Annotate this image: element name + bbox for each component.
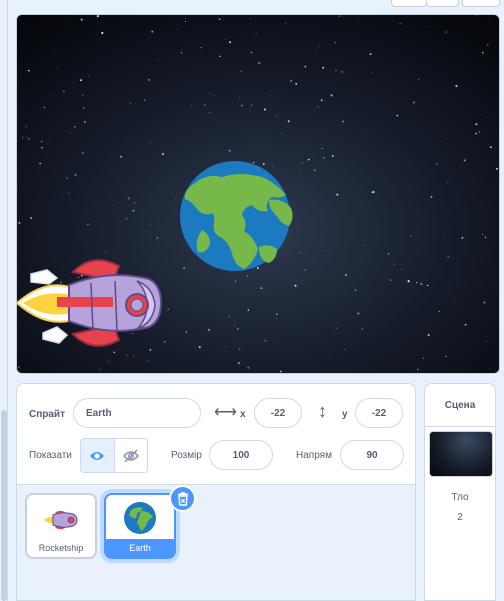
earth-thumbnail bbox=[124, 502, 156, 534]
delete-sprite-button[interactable] bbox=[169, 485, 196, 512]
sprite-name-input[interactable]: Earth bbox=[73, 398, 201, 428]
sprite-label: Спрайт bbox=[29, 409, 65, 420]
show-button[interactable] bbox=[81, 439, 115, 472]
rocketship-thumbnail bbox=[42, 510, 78, 530]
fullscreen-button[interactable] bbox=[462, 0, 500, 7]
horizontal-arrows-icon: ⟷ bbox=[214, 404, 237, 421]
stage-panel-title: Сцена bbox=[425, 384, 495, 427]
sprite-info: Спрайт Earth ⟷ x -22 ↕ y -22 Показати Ро… bbox=[17, 384, 415, 485]
left-panel-edge bbox=[0, 0, 8, 601]
stage-thumbnail[interactable] bbox=[429, 431, 493, 477]
eye-crossed-icon bbox=[122, 448, 139, 463]
x-label: x bbox=[240, 409, 246, 420]
sprite-tile-earth[interactable]: Earth bbox=[104, 493, 176, 559]
size-input[interactable]: 100 bbox=[209, 440, 273, 470]
hide-button[interactable] bbox=[115, 439, 148, 472]
x-input[interactable]: -22 bbox=[254, 398, 302, 428]
sprite-list: Rocketship Earth bbox=[17, 485, 415, 600]
sprite-tile-rocketship[interactable]: Rocketship bbox=[25, 493, 97, 559]
y-input[interactable]: -22 bbox=[355, 398, 403, 428]
y-label: y bbox=[342, 409, 348, 420]
visibility-toggle bbox=[80, 438, 148, 473]
eye-icon bbox=[90, 451, 105, 460]
size-label: Розмір bbox=[171, 450, 202, 461]
sprite-info-panel: Спрайт Earth ⟷ x -22 ↕ y -22 Показати Ро… bbox=[16, 383, 416, 601]
stage-canvas[interactable] bbox=[16, 14, 500, 374]
backdrops-label: Тло bbox=[451, 492, 469, 503]
backdrops-count: 2 bbox=[457, 512, 463, 523]
scrollbar[interactable] bbox=[1, 410, 7, 601]
large-stage-button[interactable] bbox=[426, 0, 459, 7]
trash-icon bbox=[177, 491, 188, 506]
small-stage-button[interactable] bbox=[391, 0, 427, 7]
vertical-arrows-icon: ↕ bbox=[318, 401, 327, 421]
direction-label: Напрям bbox=[296, 450, 332, 461]
stage-selector-panel[interactable]: Сцена Тло 2 bbox=[424, 383, 496, 601]
sprite-tile-name: Earth bbox=[106, 539, 174, 557]
sprite-tile-name: Rocketship bbox=[38, 543, 84, 553]
show-label: Показати bbox=[29, 450, 72, 461]
direction-input[interactable]: 90 bbox=[340, 440, 404, 470]
